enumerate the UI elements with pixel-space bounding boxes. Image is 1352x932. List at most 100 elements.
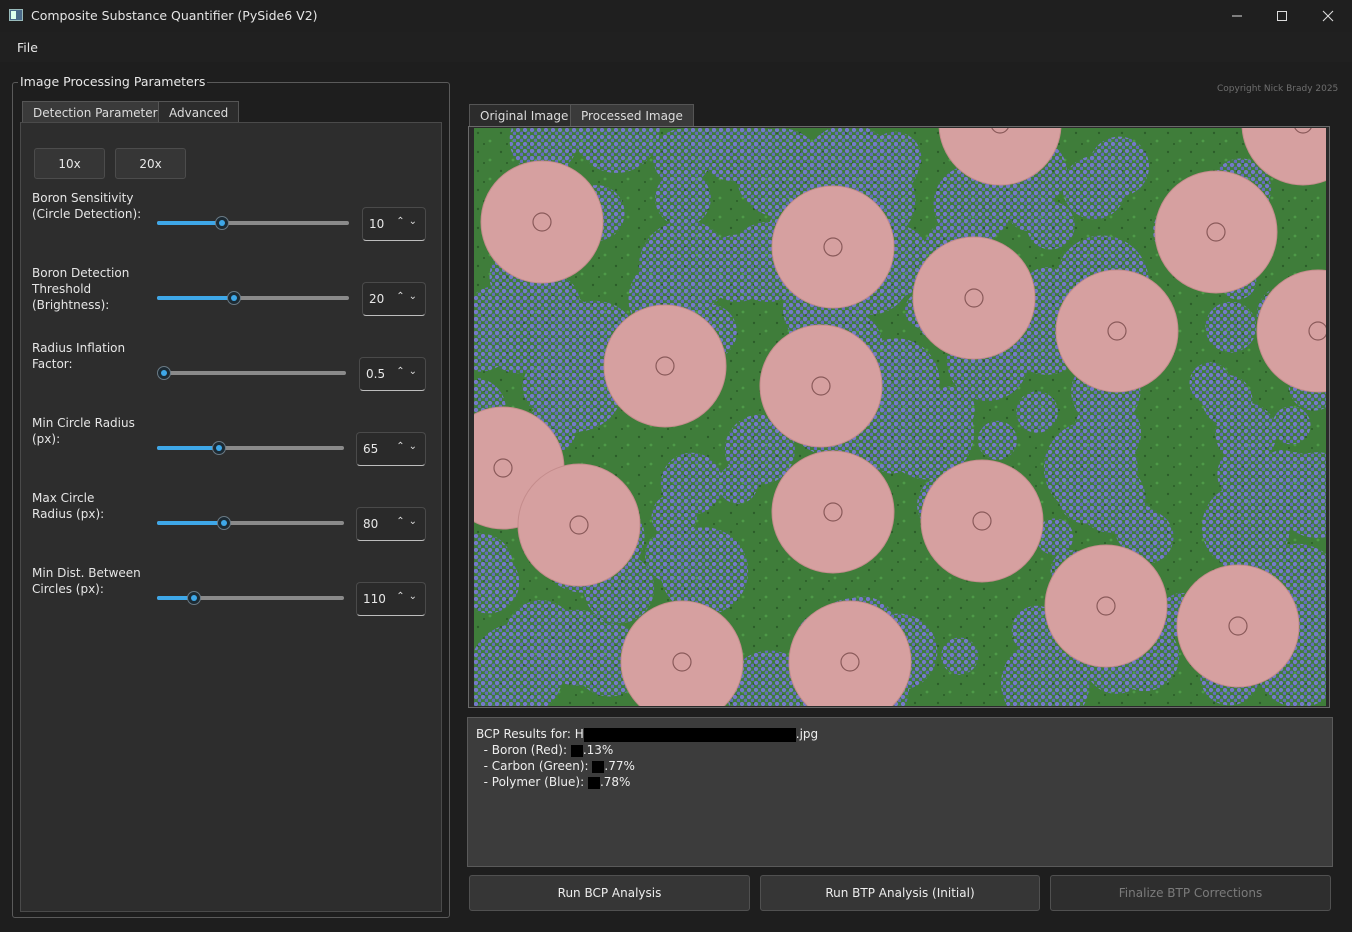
run-btp-button[interactable]: Run BTP Analysis (Initial): [760, 875, 1040, 911]
boron-fiber: [603, 304, 727, 428]
slider-handle[interactable]: [215, 216, 229, 230]
polymer-region: [1073, 399, 1141, 467]
min-dist-spinbox[interactable]: 110 ⌃⌄: [356, 582, 426, 616]
app-icon: [9, 9, 23, 21]
spinbox-value: 110: [363, 592, 386, 606]
boron-value: .13%: [582, 743, 614, 757]
polymer-region: [1114, 504, 1163, 553]
polymer-region: [1026, 201, 1075, 250]
spin-arrows-icon[interactable]: ⌃⌄: [396, 591, 421, 602]
boron-fiber: [771, 450, 895, 574]
processed-microstructure-image: [474, 128, 1326, 706]
polymer-region: [655, 170, 711, 227]
boron-fiber: [1044, 544, 1168, 668]
boron-label: - Boron (Red):: [476, 743, 571, 757]
polymer-label: - Polymer (Blue):: [476, 775, 588, 789]
results-header-prefix: BCP Results for: H: [476, 727, 584, 741]
polymer-region: [1272, 406, 1311, 445]
boron-sensitivity-spinbox[interactable]: 10 ⌃⌄: [362, 207, 426, 241]
run-bcp-button[interactable]: Run BCP Analysis: [469, 875, 750, 911]
tab-processed-image[interactable]: Processed Image: [570, 104, 694, 127]
polymer-region: [941, 637, 979, 675]
boron-fiber: [1176, 564, 1300, 688]
params-group-title: Image Processing Parameters: [18, 74, 208, 89]
boron-fiber: [1154, 170, 1278, 294]
slider-handle[interactable]: [212, 441, 226, 455]
polymer-region: [1189, 362, 1231, 404]
slider-fill: [157, 521, 224, 525]
min-dist-label: Min Dist. Between Circles (px):: [32, 566, 141, 596]
slider-fill: [157, 296, 234, 300]
tab-advanced[interactable]: Advanced: [158, 101, 240, 123]
max-circle-radius-spinbox[interactable]: 80 ⌃⌄: [356, 507, 426, 541]
boron-threshold-spinbox[interactable]: 20 ⌃⌄: [362, 282, 426, 316]
boron-fiber: [771, 185, 895, 309]
spinbox-value: 65: [363, 442, 379, 456]
polymer-region: [660, 452, 723, 515]
redacted-filename: [583, 727, 796, 742]
redacted-value: [587, 776, 600, 789]
boron-fiber: [759, 324, 883, 448]
polymer-region: [1201, 483, 1290, 572]
boron-sensitivity-label: Boron Sensitivity (Circle Detection):: [32, 191, 142, 221]
min-circle-radius-spinbox[interactable]: 65 ⌃⌄: [356, 432, 426, 466]
polymer-region: [548, 296, 592, 339]
spin-arrows-icon[interactable]: ⌃⌄: [396, 291, 421, 302]
result-boron: - Boron (Red): .13%: [476, 743, 614, 757]
slider-handle[interactable]: [227, 291, 241, 305]
slider-handle[interactable]: [157, 366, 171, 380]
close-icon[interactable]: [1305, 0, 1351, 32]
boron-fiber: [1055, 269, 1179, 393]
polymer-region: [638, 220, 732, 314]
polymer-region: [1205, 301, 1257, 353]
polymer-region: [718, 463, 758, 504]
boron-fiber: [480, 160, 604, 284]
carbon-value: .77%: [604, 759, 635, 773]
zoom-20x-button[interactable]: 20x: [115, 148, 186, 179]
radius-inflation-label: Radius Inflation Factor:: [32, 341, 126, 371]
maximize-icon[interactable]: [1259, 0, 1305, 32]
spin-arrows-icon[interactable]: ⌃⌄: [396, 441, 421, 452]
menu-file[interactable]: File: [17, 40, 38, 55]
results-header-suffix: .jpg: [795, 727, 819, 741]
boron-fiber: [912, 236, 1036, 360]
polymer-region: [1089, 136, 1149, 197]
processed-image: [474, 128, 1326, 706]
polymer-region: [1016, 391, 1058, 433]
radius-inflation-slider[interactable]: [158, 371, 346, 375]
boron-fiber: [920, 459, 1044, 583]
redacted-value: [592, 760, 605, 773]
polymer-region: [977, 420, 1017, 460]
result-carbon: - Carbon (Green): .77%: [476, 759, 635, 773]
radius-inflation-spinbox[interactable]: 0.5 ⌃⌄: [359, 357, 426, 391]
window-title: Composite Substance Quantifier (PySide6 …: [31, 8, 318, 23]
spinbox-value: 0.5: [366, 367, 386, 381]
min-circle-radius-label: Min Circle Radius (px):: [32, 416, 135, 446]
slider-fill: [157, 446, 219, 450]
tab-original-image[interactable]: Original Image: [469, 104, 580, 127]
spinbox-value: 10: [369, 217, 385, 231]
polymer-region: [645, 528, 700, 583]
spin-arrows-icon[interactable]: ⌃⌄: [396, 366, 421, 377]
max-circle-radius-label: Max Circle Radius (px):: [32, 491, 105, 521]
menu-bar: [0, 32, 1352, 62]
spinbox-value: 20: [369, 292, 385, 306]
slider-handle[interactable]: [217, 516, 231, 530]
boron-fiber: [517, 463, 641, 587]
result-polymer: - Polymer (Blue): .78%: [476, 775, 631, 789]
spinbox-value: 80: [363, 517, 379, 531]
spin-arrows-icon[interactable]: ⌃⌄: [396, 516, 421, 527]
spin-arrows-icon[interactable]: ⌃⌄: [396, 216, 421, 227]
polymer-value: .78%: [599, 775, 631, 789]
finalize-btp-button[interactable]: Finalize BTP Corrections: [1050, 875, 1331, 911]
zoom-10x-button[interactable]: 10x: [34, 148, 105, 179]
results-header: BCP Results for: H .jpg: [476, 727, 818, 742]
copyright-text: Copyright Nick Brady 2025: [1217, 84, 1339, 94]
redacted-value: [570, 744, 583, 757]
carbon-label: - Carbon (Green):: [476, 759, 593, 773]
tab-detection-parameters[interactable]: Detection Parameters: [22, 101, 175, 123]
boron-threshold-label: Boron Detection Threshold (Brightness):: [32, 266, 130, 312]
slider-handle[interactable]: [187, 591, 201, 605]
minimize-icon[interactable]: [1214, 0, 1260, 32]
polymer-region: [1260, 450, 1305, 495]
